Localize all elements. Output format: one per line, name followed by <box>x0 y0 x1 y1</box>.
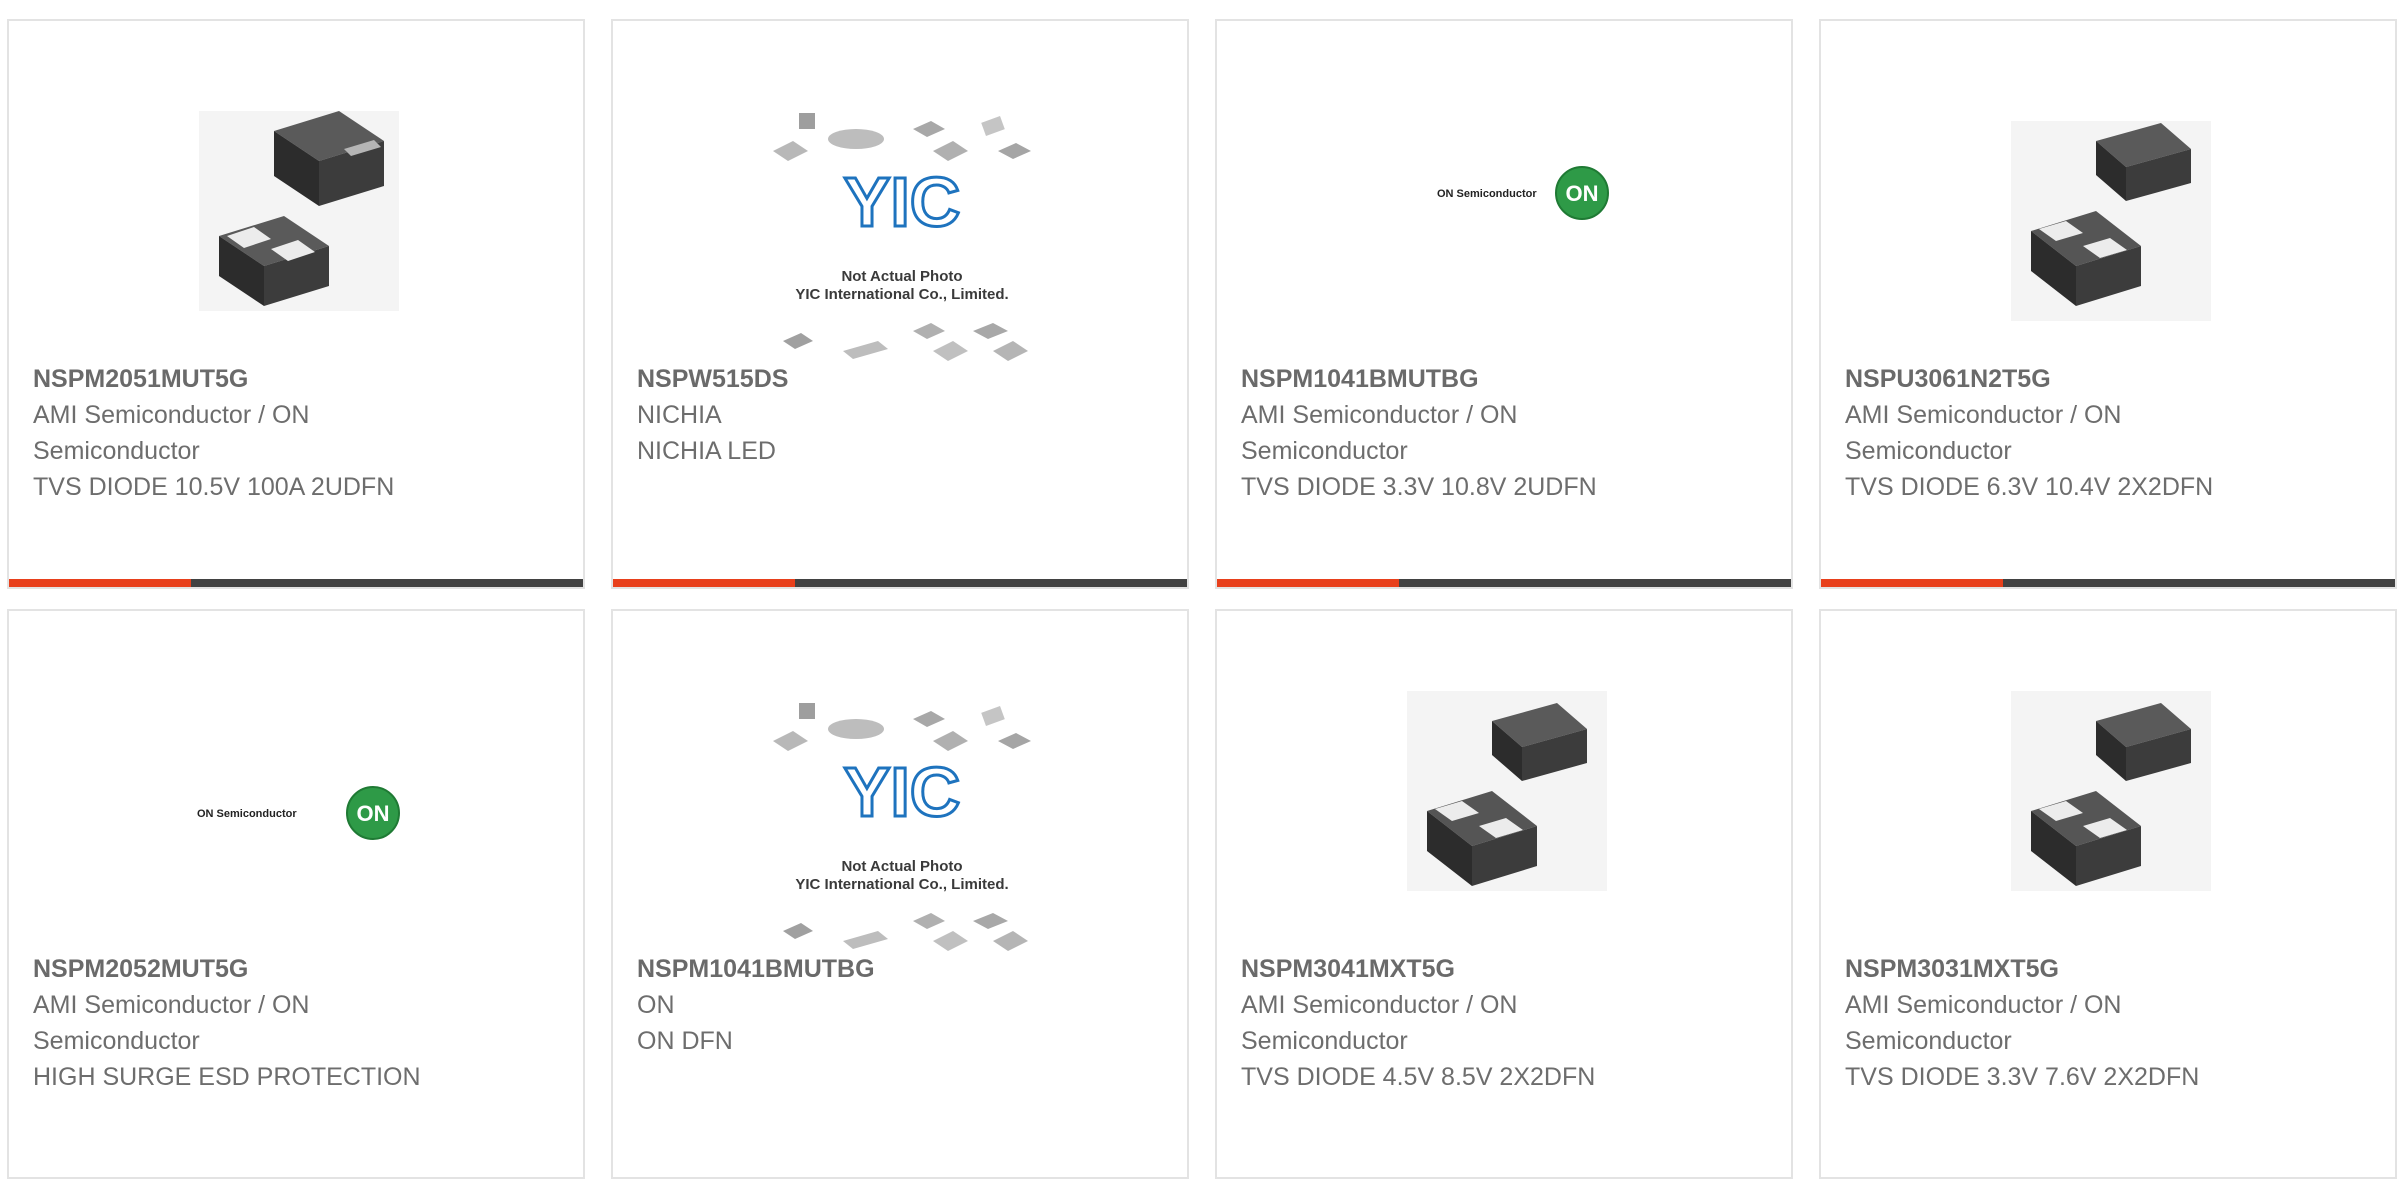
product-info: NSPM1041BMUTBG ON ON DFN <box>637 951 1077 1059</box>
card-bar <box>1217 579 1791 587</box>
manufacturer: NICHIA <box>637 401 722 429</box>
card-accent <box>613 579 795 587</box>
card-accent <box>1821 579 2003 587</box>
card-accent <box>1217 579 1399 587</box>
description: TVS DIODE 3.3V 10.8V 2UDFN <box>1241 473 1597 501</box>
description: TVS DIODE 6.3V 10.4V 2X2DFN <box>1845 473 2214 501</box>
product-image[interactable] <box>1821 641 2395 961</box>
card-accent <box>9 579 191 587</box>
product-image[interactable] <box>1821 51 2395 371</box>
svg-text:YIC: YIC <box>844 163 961 241</box>
product-info: NSPU3061N2T5G AMI Semiconductor / ON Sem… <box>1845 361 2285 505</box>
svg-text:ON: ON <box>357 801 390 826</box>
card-bar <box>1821 579 2395 587</box>
product-grid: NSPM2051MUT5G AMI Semiconductor / ON Sem… <box>0 0 2400 1179</box>
dfn-package-icon <box>1407 691 1607 891</box>
card-bar <box>9 579 583 587</box>
description: TVS DIODE 3.3V 7.6V 2X2DFN <box>1845 1063 2200 1091</box>
svg-text:ON: ON <box>1566 181 1599 206</box>
manufacturer: AMI Semiconductor / ON Semiconductor <box>33 991 310 1055</box>
product-info: NSPM3041MXT5G AMI Semiconductor / ON Sem… <box>1241 951 1681 1095</box>
product-image[interactable] <box>1217 641 1791 961</box>
product-card[interactable]: YIC Not Actual Photo YIC International C… <box>611 19 1189 589</box>
card-bar <box>613 579 1187 587</box>
part-number[interactable]: NSPM3041MXT5G <box>1241 951 1681 987</box>
description: TVS DIODE 10.5V 100A 2UDFN <box>33 473 395 501</box>
placeholder-image-icon: YIC Not Actual Photo YIC International C… <box>773 113 1031 361</box>
on-semiconductor-logo-icon: ON Semiconductor ON <box>197 786 400 840</box>
description: NICHIA LED <box>637 437 776 465</box>
product-card[interactable]: NSPM3031MXT5G AMI Semiconductor / ON Sem… <box>1819 609 2397 1179</box>
manufacturer: AMI Semiconductor / ON Semiconductor <box>33 401 310 465</box>
dfn-package-icon <box>2011 121 2211 321</box>
manufacturer: AMI Semiconductor / ON Semiconductor <box>1241 401 1518 465</box>
product-image[interactable] <box>9 51 583 371</box>
product-card[interactable]: NSPM3041MXT5G AMI Semiconductor / ON Sem… <box>1215 609 1793 1179</box>
product-info: NSPM2052MUT5G AMI Semiconductor / ON Sem… <box>33 951 473 1095</box>
dfn-package-icon <box>199 111 399 311</box>
on-semiconductor-logo-icon: ON Semiconductor ON <box>1437 166 1609 220</box>
svg-text:ON Semiconductor: ON Semiconductor <box>1437 188 1537 200</box>
product-image[interactable]: YIC Not Actual Photo YIC International C… <box>613 51 1187 371</box>
part-number[interactable]: NSPM1041BMUTBG <box>637 951 1077 987</box>
product-card[interactable]: ON Semiconductor ON NSPM2052MUT5G AMI Se… <box>7 609 585 1179</box>
part-number[interactable]: NSPM1041BMUTBG <box>1241 361 1681 397</box>
description: TVS DIODE 4.5V 8.5V 2X2DFN <box>1241 1063 1596 1091</box>
svg-text:Not Actual Photo: Not Actual Photo <box>841 268 962 285</box>
description: ON DFN <box>637 1027 733 1055</box>
manufacturer: AMI Semiconductor / ON Semiconductor <box>1845 991 2122 1055</box>
product-card[interactable]: YIC Not Actual Photo YIC International C… <box>611 609 1189 1179</box>
product-image[interactable]: ON Semiconductor ON <box>1217 51 1791 371</box>
manufacturer: ON <box>637 991 675 1019</box>
product-image[interactable]: YIC Not Actual Photo YIC International C… <box>613 641 1187 961</box>
product-card[interactable]: NSPM2051MUT5G AMI Semiconductor / ON Sem… <box>7 19 585 589</box>
placeholder-image-icon: YIC Not Actual Photo YIC International C… <box>773 703 1031 951</box>
manufacturer: AMI Semiconductor / ON Semiconductor <box>1241 991 1518 1055</box>
part-number[interactable]: NSPM3031MXT5G <box>1845 951 2285 987</box>
part-number[interactable]: NSPW515DS <box>637 361 1077 397</box>
product-info: NSPM3031MXT5G AMI Semiconductor / ON Sem… <box>1845 951 2285 1095</box>
product-card[interactable]: NSPU3061N2T5G AMI Semiconductor / ON Sem… <box>1819 19 2397 589</box>
description: HIGH SURGE ESD PROTECTION <box>33 1063 421 1091</box>
manufacturer: AMI Semiconductor / ON Semiconductor <box>1845 401 2122 465</box>
product-image[interactable]: ON Semiconductor ON <box>9 641 583 961</box>
part-number[interactable]: NSPM2051MUT5G <box>33 361 473 397</box>
svg-text:ON Semiconductor: ON Semiconductor <box>197 808 297 820</box>
product-info: NSPW515DS NICHIA NICHIA LED <box>637 361 1077 469</box>
svg-text:YIC International Co., Limited: YIC International Co., Limited. <box>795 286 1008 303</box>
svg-text:YIC International Co., Limited: YIC International Co., Limited. <box>795 876 1008 893</box>
product-info: NSPM2051MUT5G AMI Semiconductor / ON Sem… <box>33 361 473 505</box>
product-info: NSPM1041BMUTBG AMI Semiconductor / ON Se… <box>1241 361 1681 505</box>
svg-text:Not Actual Photo: Not Actual Photo <box>841 858 962 875</box>
product-card[interactable]: ON Semiconductor ON NSPM1041BMUTBG AMI S… <box>1215 19 1793 589</box>
dfn-package-icon <box>2011 691 2211 891</box>
part-number[interactable]: NSPU3061N2T5G <box>1845 361 2285 397</box>
svg-text:YIC: YIC <box>844 753 961 831</box>
part-number[interactable]: NSPM2052MUT5G <box>33 951 473 987</box>
